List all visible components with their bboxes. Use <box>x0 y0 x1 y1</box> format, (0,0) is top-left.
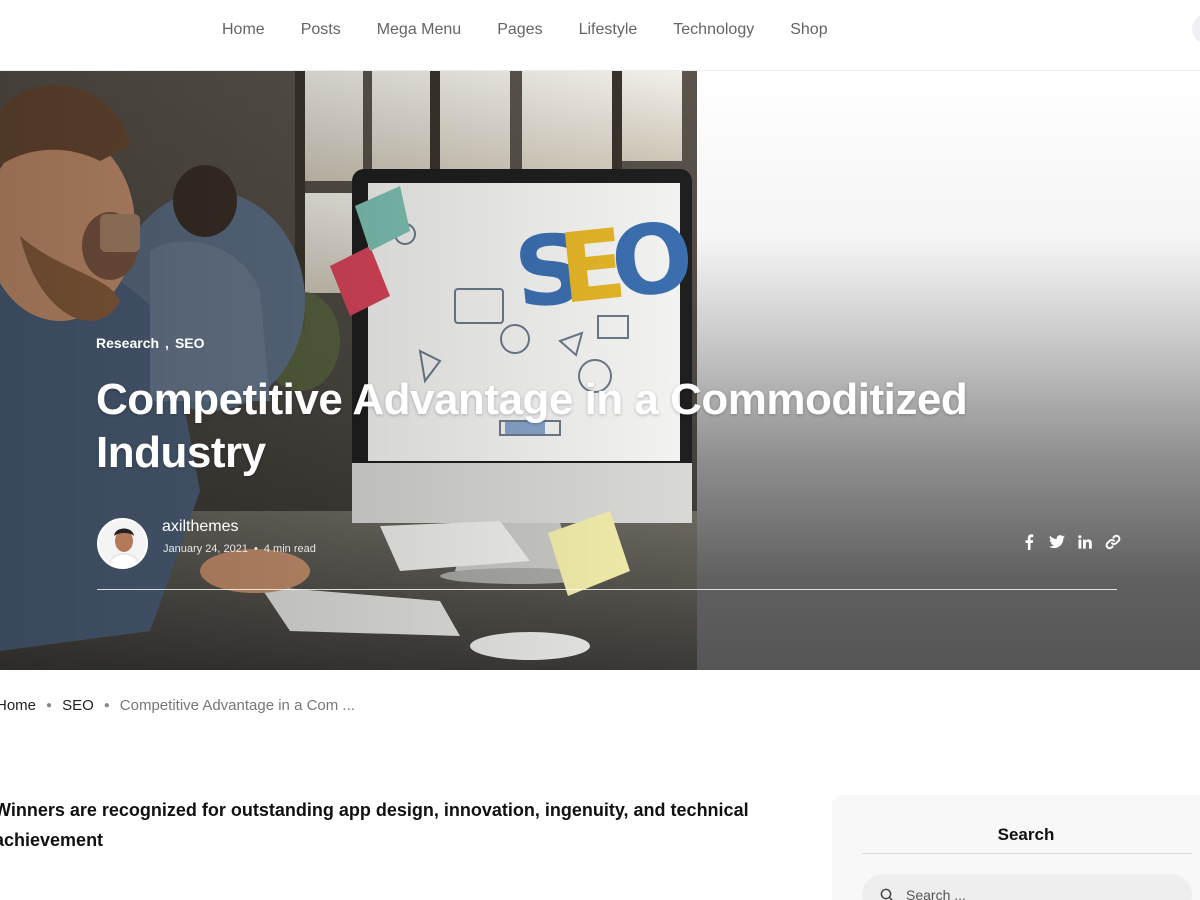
facebook-icon[interactable] <box>1020 533 1037 550</box>
category-separator: , <box>165 335 169 351</box>
share-links <box>1020 533 1121 550</box>
linkedin-icon[interactable] <box>1076 533 1093 550</box>
main-nav: Home Posts Mega Menu Pages Lifestyle Tec… <box>222 0 828 60</box>
author-avatar[interactable] <box>97 518 148 569</box>
nav-item-technology[interactable]: Technology <box>673 21 754 39</box>
post-meta: January 24, 2021 • 4 min read <box>163 543 316 555</box>
search-input[interactable] <box>906 887 1166 900</box>
nav-item-pages[interactable]: Pages <box>497 21 542 39</box>
header-search-toggle[interactable] <box>1192 14 1200 44</box>
nav-item-mega-menu[interactable]: Mega Menu <box>377 21 462 39</box>
breadcrumb-home[interactable]: Home <box>0 697 36 714</box>
hero-divider <box>97 589 1117 590</box>
breadcrumb-separator: ● <box>103 700 110 711</box>
twitter-icon[interactable] <box>1048 533 1065 550</box>
nav-item-lifestyle[interactable]: Lifestyle <box>579 21 638 39</box>
site-header: Home Posts Mega Menu Pages Lifestyle Tec… <box>0 0 1200 71</box>
nav-item-posts[interactable]: Posts <box>301 21 341 39</box>
breadcrumb-seo[interactable]: SEO <box>62 697 94 714</box>
breadcrumb-current: Competitive Advantage in a Com ... <box>119 697 355 714</box>
read-time: 4 min read <box>263 543 316 555</box>
nav-item-shop[interactable]: Shop <box>790 21 827 39</box>
search-widget-divider <box>862 853 1192 854</box>
hero-content: Research , SEO Competitive Advantage in … <box>0 71 1200 670</box>
nav-item-home[interactable]: Home <box>222 21 265 39</box>
post-categories: Research , SEO <box>96 335 205 351</box>
category-link-seo[interactable]: SEO <box>175 335 205 351</box>
sidebar-search-widget: Search <box>832 795 1200 900</box>
breadcrumb: Home ● SEO ● Competitive Advantage in a … <box>0 697 355 714</box>
article-intro: Winners are recognized for outstanding a… <box>0 800 749 850</box>
meta-dot: • <box>254 543 258 555</box>
search-widget-title: Search <box>997 825 1055 844</box>
link-icon[interactable] <box>1104 533 1121 550</box>
post-title: Competitive Advantage in a Commoditized … <box>96 375 968 477</box>
search-box[interactable] <box>862 874 1192 900</box>
hero-banner: S E O Research , SEO Competitive Advanta… <box>0 71 1200 670</box>
post-date: January 24, 2021 <box>163 543 249 555</box>
category-link-research[interactable]: Research <box>96 335 159 351</box>
breadcrumb-separator: ● <box>46 700 53 711</box>
search-icon <box>880 887 896 900</box>
author-name[interactable]: axilthemes <box>162 518 238 536</box>
